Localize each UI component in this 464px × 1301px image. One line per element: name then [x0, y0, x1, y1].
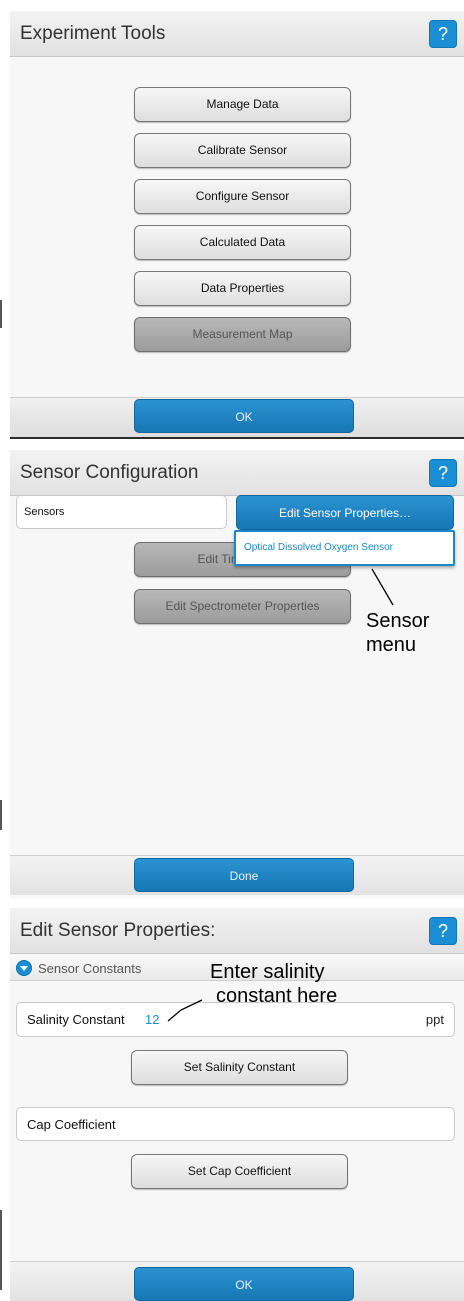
left-edge-mark	[0, 800, 2, 830]
dialog-title: Experiment Tools	[20, 23, 166, 44]
dialog-footer: OK	[10, 1261, 464, 1301]
left-edge-mark	[0, 300, 2, 328]
manage-data-button[interactable]: Manage Data	[134, 87, 351, 122]
dialog-footer: Done	[10, 855, 464, 895]
calibrate-sensor-button[interactable]: Calibrate Sensor	[134, 133, 351, 168]
experiment-tools-dialog: Experiment Tools ? Manage Data Calibrate…	[10, 11, 464, 439]
data-properties-button[interactable]: Data Properties	[134, 271, 351, 306]
dialog-footer: OK	[10, 397, 464, 437]
configure-sensor-button[interactable]: Configure Sensor	[134, 179, 351, 214]
annotation-pointer-line	[371, 568, 394, 606]
edit-sensor-properties-dialog: Edit Sensor Properties: ? Sensor Constan…	[10, 908, 464, 1301]
left-edge-mark	[0, 1210, 2, 1290]
annotation-line: Sensor	[366, 610, 430, 632]
title-bar: Experiment Tools ?	[10, 11, 464, 57]
measurement-map-button: Measurement Map	[134, 317, 351, 352]
annotation-sensor-menu: Sensor menu	[366, 609, 429, 657]
annotation-pointer-line	[167, 999, 203, 1022]
cropped-edge	[10, 437, 464, 439]
help-button[interactable]: ?	[429, 20, 457, 48]
ok-button[interactable]: OK	[134, 399, 354, 433]
calculated-data-button[interactable]: Calculated Data	[134, 225, 351, 260]
annotation-line: menu	[366, 634, 417, 656]
ok-button[interactable]: OK	[134, 1267, 354, 1301]
sensor-configuration-dialog: Sensor Configuration ? Sensors Edit Sens…	[10, 450, 464, 898]
done-button[interactable]: Done	[134, 858, 354, 892]
